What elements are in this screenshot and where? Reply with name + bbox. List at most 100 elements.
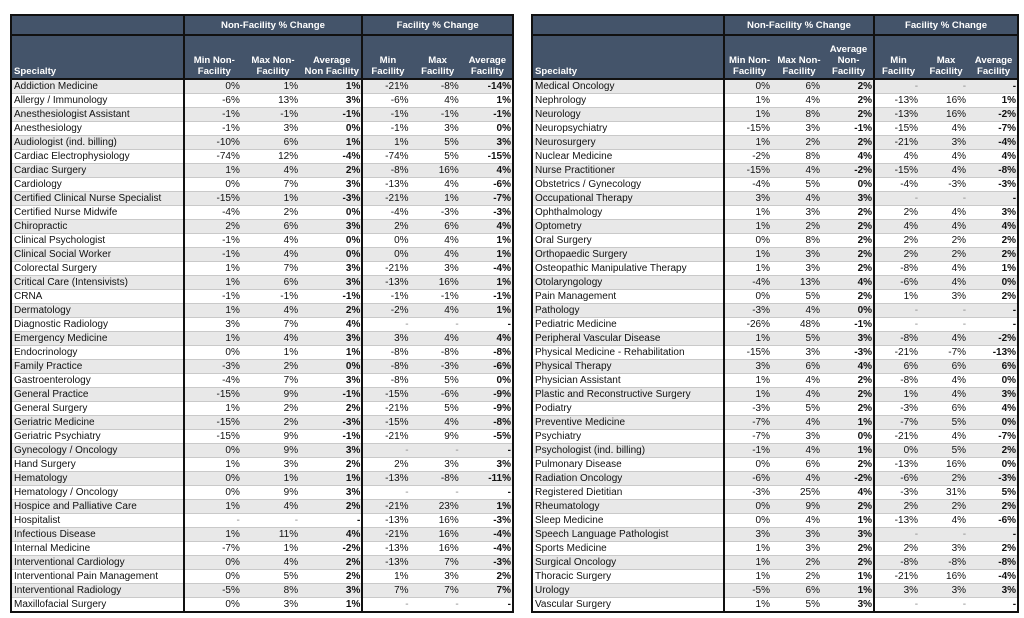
max-nonfacility-cell: 3% [774, 205, 824, 220]
min-nonfacility-cell: -1% [183, 247, 244, 262]
avg-nonfacility-cell: 1% [824, 513, 876, 528]
avg-facility-cell: 2% [970, 289, 1019, 304]
avg-facility-cell: -6% [462, 359, 513, 374]
max-facility-cell: 5% [412, 401, 463, 416]
specialty-cell: Pediatric Medicine [532, 317, 725, 332]
specialty-cell: Nuclear Medicine [532, 149, 725, 164]
specialty-cell: Clinical Psychologist [11, 233, 185, 248]
min-nonfacility-cell: 0% [183, 177, 244, 192]
header-group-facility: Facility % Change [362, 15, 513, 36]
avg-facility-cell: -13% [970, 345, 1019, 360]
avg-nonfacility-cell: 2% [302, 303, 364, 318]
avg-nonfacility-cell: 0% [824, 429, 876, 444]
specialty-cell: Preventive Medicine [532, 415, 725, 430]
avg-facility-cell: -4% [462, 261, 513, 276]
avg-facility-cell: 1% [970, 93, 1019, 108]
specialty-cell: Surgical Oncology [532, 555, 725, 570]
avg-facility-cell: 7% [462, 583, 513, 598]
min-facility-cell: -8% [362, 345, 413, 360]
avg-nonfacility-cell: 2% [824, 135, 876, 150]
min-facility-cell: -13% [362, 555, 413, 570]
avg-nonfacility-cell: -3% [302, 415, 364, 430]
max-facility-cell: - [922, 317, 971, 332]
max-nonfacility-cell: 4% [774, 513, 824, 528]
avg-nonfacility-cell: 3% [302, 373, 364, 388]
max-nonfacility-cell: 6% [774, 79, 824, 94]
specialty-cell: Hand Surgery [11, 457, 185, 472]
min-facility-cell: 2% [874, 541, 923, 556]
max-facility-cell: - [922, 527, 971, 542]
max-facility-cell: 16% [412, 275, 463, 290]
table-row: Family Practice -3% 2% 0% -8% -3% -6% [11, 359, 513, 374]
min-facility-cell: -21% [362, 527, 413, 542]
max-facility-cell: - [922, 191, 971, 206]
max-nonfacility-cell: 5% [243, 569, 303, 584]
specialty-cell: Neurosurgery [532, 135, 725, 150]
table-row: Pulmonary Disease 0% 6% 2% -13% 16% 0% [532, 457, 1019, 472]
table-row: Endocrinology 0% 1% 1% -8% -8% -8% [11, 345, 513, 360]
max-nonfacility-cell: 5% [774, 289, 824, 304]
min-nonfacility-cell: -15% [724, 121, 774, 136]
max-facility-cell: 23% [412, 499, 463, 514]
table-row: Optometry 1% 2% 2% 4% 4% 4% [532, 219, 1019, 234]
max-nonfacility-cell: 9% [243, 485, 303, 500]
specialty-cell: Infectious Disease [11, 527, 185, 542]
max-facility-cell: 4% [922, 275, 971, 290]
specialty-cell: Rheumatology [532, 499, 725, 514]
max-nonfacility-cell: 2% [774, 569, 824, 584]
avg-nonfacility-cell: 2% [824, 401, 876, 416]
avg-facility-cell: 0% [970, 373, 1019, 388]
min-facility-cell: -13% [362, 471, 413, 486]
specialty-cell: Optometry [532, 219, 725, 234]
specialty-cell: Interventional Radiology [11, 583, 185, 598]
avg-facility-cell: -1% [462, 107, 513, 122]
avg-facility-cell: 2% [970, 443, 1019, 458]
specialty-cell: Clinical Social Worker [11, 247, 185, 262]
table-row: General Practice -15% 9% -1% -15% -6% -9% [11, 387, 513, 402]
header-min-nonfacility: Min Non-Facility [183, 35, 244, 80]
avg-facility-cell: 4% [970, 149, 1019, 164]
header-max-facility: Max Facility [922, 35, 971, 80]
min-nonfacility-cell: -15% [183, 415, 244, 430]
avg-facility-cell: 1% [462, 499, 513, 514]
max-nonfacility-cell: 3% [774, 429, 824, 444]
min-nonfacility-cell: -1% [183, 107, 244, 122]
avg-nonfacility-cell: 3% [824, 597, 876, 613]
max-facility-cell: -8% [412, 471, 463, 486]
avg-nonfacility-cell: 2% [824, 289, 876, 304]
table-row: Infectious Disease 1% 11% 4% -21% 16% -4% [11, 527, 513, 542]
specialty-cell: Maxillofacial Surgery [11, 597, 185, 613]
min-nonfacility-cell: 0% [183, 471, 244, 486]
min-nonfacility-cell: 1% [183, 261, 244, 276]
min-nonfacility-cell: -7% [724, 429, 774, 444]
specialty-cell: Emergency Medicine [11, 331, 185, 346]
min-facility-cell: 0% [362, 233, 413, 248]
min-nonfacility-cell: 1% [724, 205, 774, 220]
min-nonfacility-cell: -1% [183, 289, 244, 304]
table-row: Anesthesiologist Assistant -1% -1% -1% -1% -1… [11, 107, 513, 122]
table-row: Cardiology 0% 7% 3% -13% 4% -6% [11, 177, 513, 192]
min-facility-cell: 2% [362, 219, 413, 234]
header-group-specialty [11, 15, 185, 36]
header-max-nonfacility: Max Non-Facility [774, 35, 824, 80]
min-nonfacility-cell: 0% [724, 79, 774, 94]
max-facility-cell: 3% [922, 541, 971, 556]
min-facility-cell: -13% [362, 275, 413, 290]
min-facility-cell: -1% [362, 289, 413, 304]
min-nonfacility-cell: 2% [183, 219, 244, 234]
min-nonfacility-cell: -4% [724, 275, 774, 290]
max-nonfacility-cell: 25% [774, 485, 824, 500]
specialty-cell: Family Practice [11, 359, 185, 374]
max-nonfacility-cell: 4% [243, 499, 303, 514]
avg-facility-cell: -6% [462, 177, 513, 192]
avg-facility-cell: - [462, 597, 513, 613]
min-facility-cell: -8% [874, 373, 923, 388]
avg-nonfacility-cell: 1% [824, 583, 876, 598]
table-row: Chiropractic 2% 6% 3% 2% 6% 4% [11, 219, 513, 234]
avg-nonfacility-cell: 4% [824, 149, 876, 164]
min-facility-cell: 2% [874, 233, 923, 248]
avg-nonfacility-cell: 1% [824, 443, 876, 458]
min-nonfacility-cell: -3% [183, 359, 244, 374]
avg-nonfacility-cell: 2% [824, 205, 876, 220]
table-body-right: Medical Oncology 0% 6% 2% - - - Nephrology 1% 4% 2… [532, 79, 1019, 613]
